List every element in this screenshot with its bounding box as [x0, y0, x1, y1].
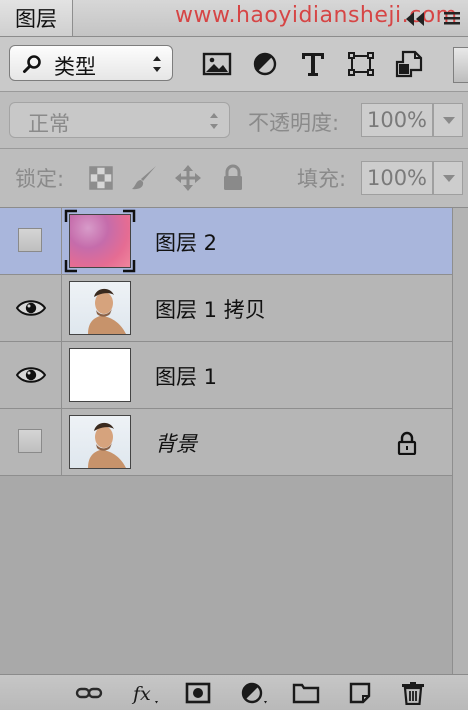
opacity-dropdown[interactable]: [433, 103, 463, 137]
layer-name[interactable]: 背景: [155, 428, 197, 458]
collapse-panel-icon[interactable]: [402, 10, 432, 28]
lock-image-pixels-brush-icon[interactable]: [130, 164, 158, 192]
layer-row[interactable]: 图层 1: [0, 342, 452, 409]
layer-name[interactable]: 图层 1 拷贝: [155, 294, 266, 324]
visibility-toggle[interactable]: [0, 409, 62, 475]
fx-icon[interactable]: fx: [131, 681, 159, 705]
up-down-arrows-icon: [153, 56, 161, 72]
visibility-toggle[interactable]: [0, 208, 62, 274]
selection-frame-icon: [64, 209, 136, 273]
lock-all-icon[interactable]: [219, 164, 247, 192]
layer-thumbnail: [69, 348, 131, 402]
delete-layer-icon[interactable]: [399, 681, 427, 705]
layer-name[interactable]: 图层 1: [155, 361, 217, 391]
layers-list: 图层 2 图层 1 拷贝 图层 1 背景: [0, 208, 452, 476]
filter-toggle-switch[interactable]: [453, 47, 468, 83]
chevron-down-icon: [443, 117, 455, 124]
visibility-empty-box-icon: [18, 228, 42, 252]
bottom-toolbar: fx: [0, 674, 468, 710]
blend-mode-label: 正常: [28, 112, 70, 136]
panel-tab-bar: 图层 www.haoyidiansheji.com: [0, 0, 468, 37]
search-icon: [23, 55, 41, 73]
new-layer-icon[interactable]: [346, 681, 374, 705]
lock-position-move-icon[interactable]: [174, 164, 202, 192]
smart-object-filter-icon[interactable]: [394, 50, 424, 78]
blend-mode-select[interactable]: 正常: [9, 102, 230, 138]
lock-transparent-pixels-icon[interactable]: [87, 164, 115, 192]
fill-label: 填充:: [297, 167, 347, 191]
portrait-thumbnail-icon: [88, 288, 126, 334]
layer-name[interactable]: 图层 2: [155, 227, 217, 257]
layers-scrollbar[interactable]: [452, 208, 468, 674]
image-filter-icon[interactable]: [202, 50, 232, 78]
fill-dropdown[interactable]: [433, 161, 463, 195]
panel-menu-icon[interactable]: [442, 10, 462, 26]
filter-kind-select[interactable]: 类型: [9, 45, 173, 81]
tab-layers[interactable]: 图层: [0, 0, 73, 36]
portrait-thumbnail-icon: [88, 422, 126, 468]
visibility-toggle[interactable]: [0, 342, 62, 408]
adjustment-layer-icon[interactable]: [240, 681, 268, 705]
adjustment-filter-icon[interactable]: [250, 50, 280, 78]
eye-icon: [16, 367, 46, 383]
filter-kind-label: 类型: [54, 55, 96, 79]
layers-panel: 图层 www.haoyidiansheji.com 类型 正常 不透明度: 10…: [0, 0, 468, 710]
chevron-down-icon: [443, 175, 455, 182]
up-down-arrows-icon: [210, 113, 218, 129]
add-mask-icon[interactable]: [184, 681, 212, 705]
layer-row[interactable]: 背景: [0, 409, 452, 476]
lock-label: 锁定:: [15, 167, 65, 191]
visibility-empty-box-icon: [18, 429, 42, 453]
eye-icon: [16, 300, 46, 316]
new-group-icon[interactable]: [292, 681, 320, 705]
opacity-input[interactable]: 100%: [361, 103, 433, 137]
svg-text:fx: fx: [131, 683, 151, 705]
layer-thumbnail: [69, 281, 131, 335]
layer-row[interactable]: 图层 2: [0, 208, 452, 275]
opacity-label: 不透明度:: [248, 111, 340, 135]
fill-input[interactable]: 100%: [361, 161, 433, 195]
lock-row: 锁定: 填充: 100%: [0, 149, 468, 208]
type-filter-icon[interactable]: [298, 50, 328, 78]
lock-icon[interactable]: [396, 431, 418, 455]
blend-row: 正常 不透明度: 100%: [0, 92, 468, 149]
link-layers-icon[interactable]: [75, 681, 103, 705]
shape-filter-icon[interactable]: [346, 50, 376, 78]
visibility-toggle[interactable]: [0, 275, 62, 341]
filter-row: 类型: [0, 37, 468, 92]
layer-thumbnail: [69, 415, 131, 469]
layer-row[interactable]: 图层 1 拷贝: [0, 275, 452, 342]
